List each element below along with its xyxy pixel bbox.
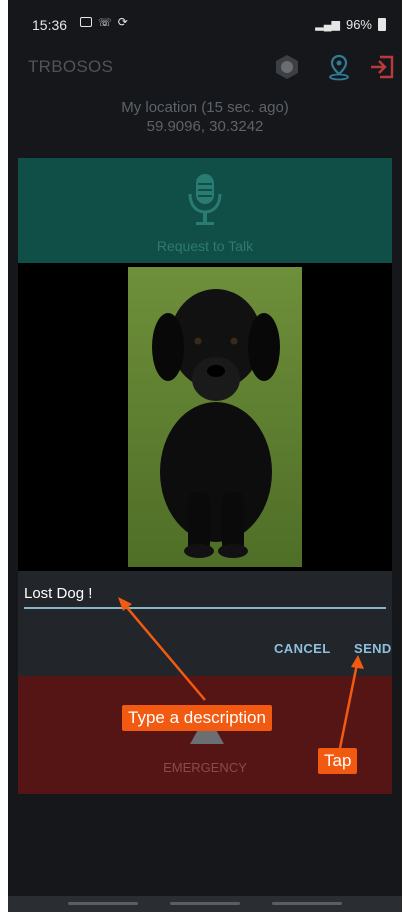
callout-tap: Tap [318, 748, 358, 774]
nav-recents-handle[interactable] [68, 902, 138, 905]
battery-percent: 96% [345, 17, 372, 32]
callout-type-description: Type a description [122, 705, 272, 731]
app-bar: TRBOSOS [8, 44, 402, 90]
phone-screen: 15:36 ☏ ⟳ ▂▄▆ 96% TRBOSOS My location (1… [8, 0, 402, 912]
status-system-icons: ▂▄▆ 96% [315, 17, 386, 32]
app-title: TRBOSOS [28, 57, 114, 76]
battery-icon [378, 18, 386, 31]
status-bar: 15:36 ☏ ⟳ ▂▄▆ 96% [8, 0, 402, 44]
status-time: 15:36 [32, 17, 68, 33]
emergency-button[interactable]: EMERGENCY [18, 676, 392, 794]
location-label: My location (15 sec. ago) [121, 99, 289, 116]
location-pin-icon[interactable] [324, 52, 354, 82]
radio-icon[interactable] [272, 52, 302, 82]
status-notification-icons: ☏ ⟳ [80, 15, 128, 29]
send-button[interactable]: SEND [354, 641, 392, 656]
call-icon: ☏ [98, 16, 112, 29]
sync-icon: ⟳ [117, 15, 128, 29]
signal-icon: ▂▄▆ [315, 19, 340, 31]
description-input[interactable] [24, 581, 386, 609]
photo-description-dialog: CANCEL SEND [18, 263, 392, 676]
request-to-talk-button[interactable]: Request to Talk [18, 158, 392, 263]
location-coords: 59.9096, 30.3242 [146, 118, 264, 135]
location-info: My location (15 sec. ago) 59.9096, 30.32… [8, 98, 402, 136]
dog-photo [128, 267, 302, 567]
photo-preview-area [18, 263, 392, 571]
logout-icon[interactable] [368, 52, 398, 82]
microphone-icon [188, 174, 222, 225]
nav-back-handle[interactable] [272, 902, 342, 905]
request-to-talk-label: Request to Talk [156, 238, 254, 254]
nav-home-handle[interactable] [170, 902, 240, 905]
gallery-icon [80, 17, 92, 27]
navigation-bar [8, 896, 402, 912]
cancel-button[interactable]: CANCEL [274, 641, 331, 656]
